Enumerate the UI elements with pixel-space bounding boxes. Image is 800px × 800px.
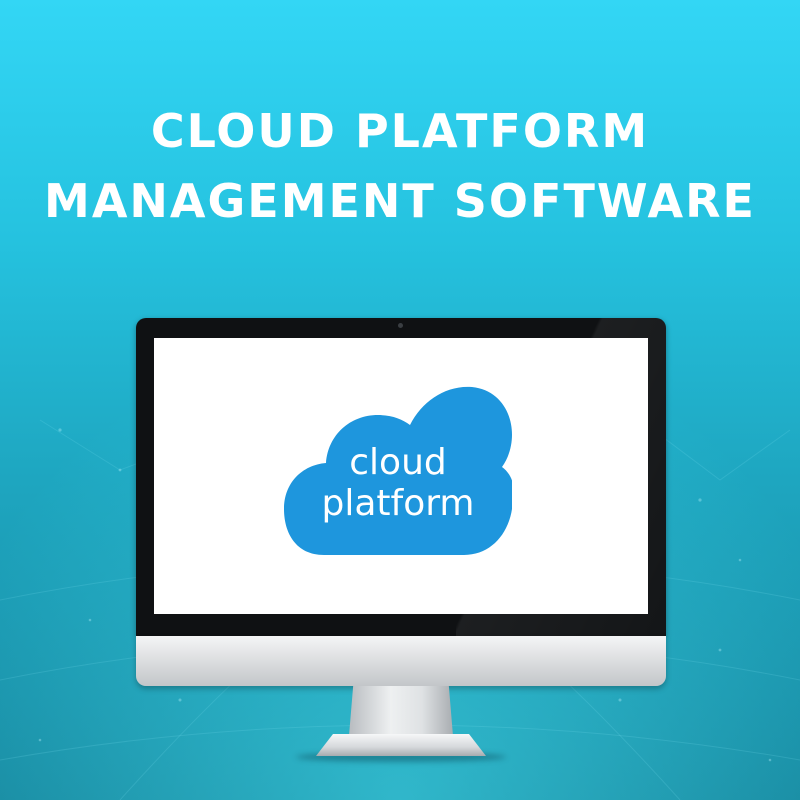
logo-text-line-2: platform (321, 483, 475, 524)
headline-line-2: MANAGEMENT SOFTWARE (44, 174, 756, 228)
headline-line-1: CLOUD PLATFORM (150, 104, 650, 158)
monitor-stand-base (316, 734, 486, 756)
logo-text-line-1: cloud (349, 442, 447, 483)
camera-icon (398, 323, 403, 328)
monitor-stand-neck (349, 686, 453, 736)
monitor-chin (136, 636, 666, 686)
